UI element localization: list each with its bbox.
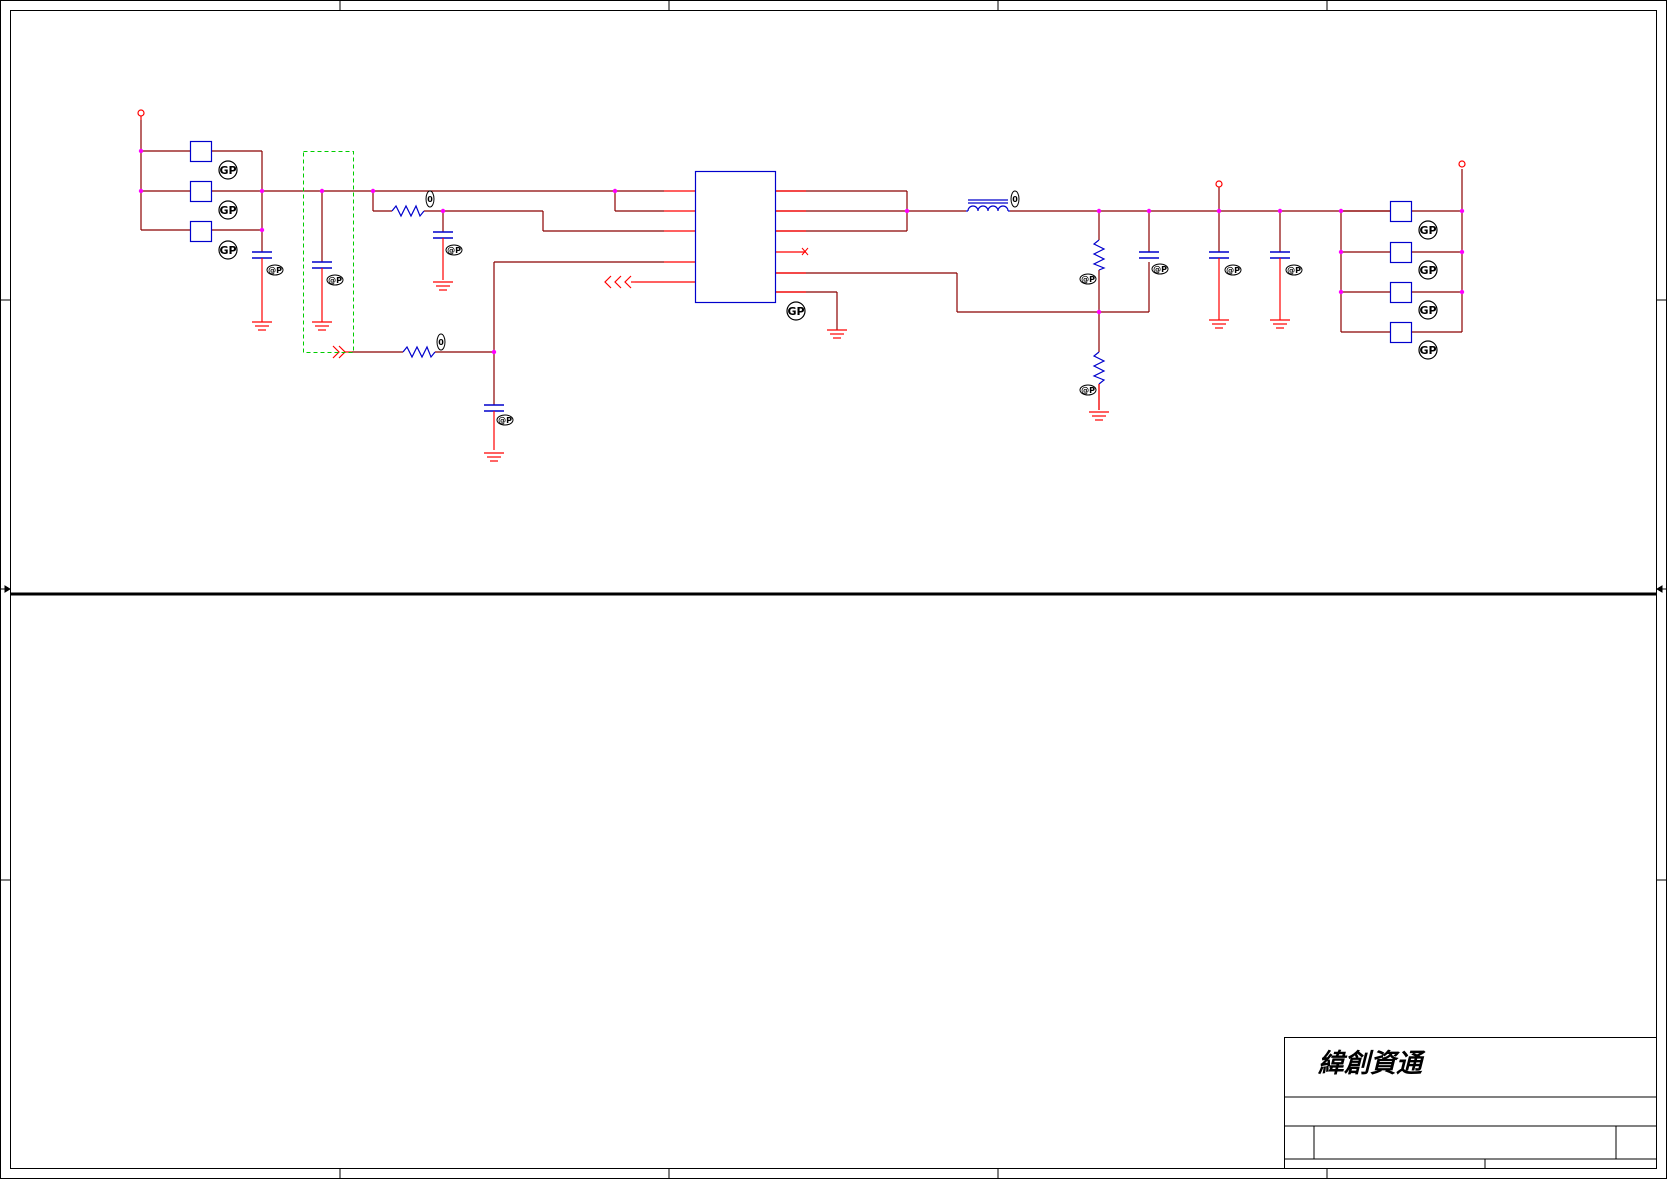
gp-badge: GP (1418, 300, 1438, 320)
svg-text:0: 0 (1012, 195, 1018, 204)
pad-in-1[interactable] (189, 140, 213, 163)
resistor-enable[interactable] (402, 345, 436, 359)
svg-text:@P: @P (328, 276, 342, 285)
cap-c5[interactable] (1139, 251, 1159, 259)
svg-text:GP: GP (219, 204, 236, 217)
gnd-4 (484, 452, 504, 462)
resistors (391, 204, 1106, 385)
svg-text:@P: @P (1081, 275, 1095, 284)
svg-text:@P: @P (268, 266, 282, 275)
svg-text:GP: GP (219, 244, 236, 257)
small-marks: 0 0 0 (425, 190, 1020, 351)
gp-badge: GP (786, 301, 806, 321)
pad-out-4[interactable] (1389, 321, 1413, 344)
offpage-connector-pgood[interactable] (604, 275, 635, 289)
divider-arrows (0, 585, 1667, 593)
gp-badge: GP (1418, 220, 1438, 240)
gp-badge: GP (1418, 340, 1438, 360)
pad-out-3[interactable] (1389, 281, 1413, 304)
svg-text:@P: @P (1287, 266, 1301, 275)
svg-text:@P: @P (498, 416, 512, 425)
gp-badge: GP (218, 240, 238, 260)
vout-power-port-2[interactable] (1458, 160, 1466, 168)
cap-c1[interactable] (252, 251, 272, 259)
svg-text:0: 0 (438, 338, 444, 347)
cap-c4[interactable] (484, 404, 504, 412)
svg-text:@P: @P (1153, 265, 1167, 274)
cap-marks: @P @P @P @P @P @P @P @P @P (266, 244, 1303, 426)
cap-c6[interactable] (1209, 251, 1229, 259)
ground-symbols (252, 281, 1290, 462)
cap-c7[interactable] (1270, 251, 1290, 259)
gp-badge: GP (218, 200, 238, 220)
svg-text:GP: GP (1419, 264, 1436, 277)
svg-text:GP: GP (1419, 224, 1436, 237)
sheet-frame (0, 0, 1667, 1179)
gnd-8 (1270, 319, 1290, 329)
svg-text:GP: GP (787, 305, 804, 318)
svg-text:@P: @P (1226, 266, 1240, 275)
wires (140, 120, 1463, 410)
regulator-ic[interactable] (694, 170, 777, 304)
gnd-3 (433, 281, 453, 291)
vout-power-port-1[interactable] (1215, 180, 1223, 188)
gnd-5 (827, 329, 847, 339)
cap-c2[interactable] (312, 261, 332, 269)
pad-out-1[interactable] (1389, 200, 1413, 223)
capacitors (252, 231, 1290, 412)
cap-c3[interactable] (433, 231, 453, 239)
inductor[interactable] (966, 199, 1010, 212)
resistor-fb-top[interactable] (1092, 239, 1106, 271)
pad-out-2[interactable] (1389, 241, 1413, 264)
svg-text:GP: GP (1419, 304, 1436, 317)
svg-text:@P: @P (1081, 386, 1095, 395)
gnd-6 (1089, 411, 1109, 421)
resistor-input[interactable] (391, 204, 425, 218)
ic-pin-stubs (635, 190, 806, 293)
vin-power-port[interactable] (137, 109, 145, 117)
schematic-sheet: 緯創資通 GP GP GP GP GP GP GP GP @P @P @P @P… (0, 0, 1667, 1179)
pad-in-2[interactable] (189, 180, 213, 203)
svg-text:GP: GP (219, 164, 236, 177)
gnd-7 (1209, 319, 1229, 329)
gp-badge: GP (1418, 260, 1438, 280)
svg-text:@P: @P (447, 246, 461, 255)
gp-badge: GP (218, 160, 238, 180)
pad-in-3[interactable] (189, 220, 213, 243)
cap-leads (261, 238, 1281, 450)
resistor-fb-bottom[interactable] (1092, 351, 1106, 385)
gnd-2 (312, 321, 332, 331)
svg-text:0: 0 (427, 195, 433, 204)
company-name: 緯創資通 (1317, 1049, 1426, 1079)
power-ports (137, 109, 1466, 188)
gnd-1 (252, 321, 272, 331)
svg-text:GP: GP (1419, 344, 1436, 357)
